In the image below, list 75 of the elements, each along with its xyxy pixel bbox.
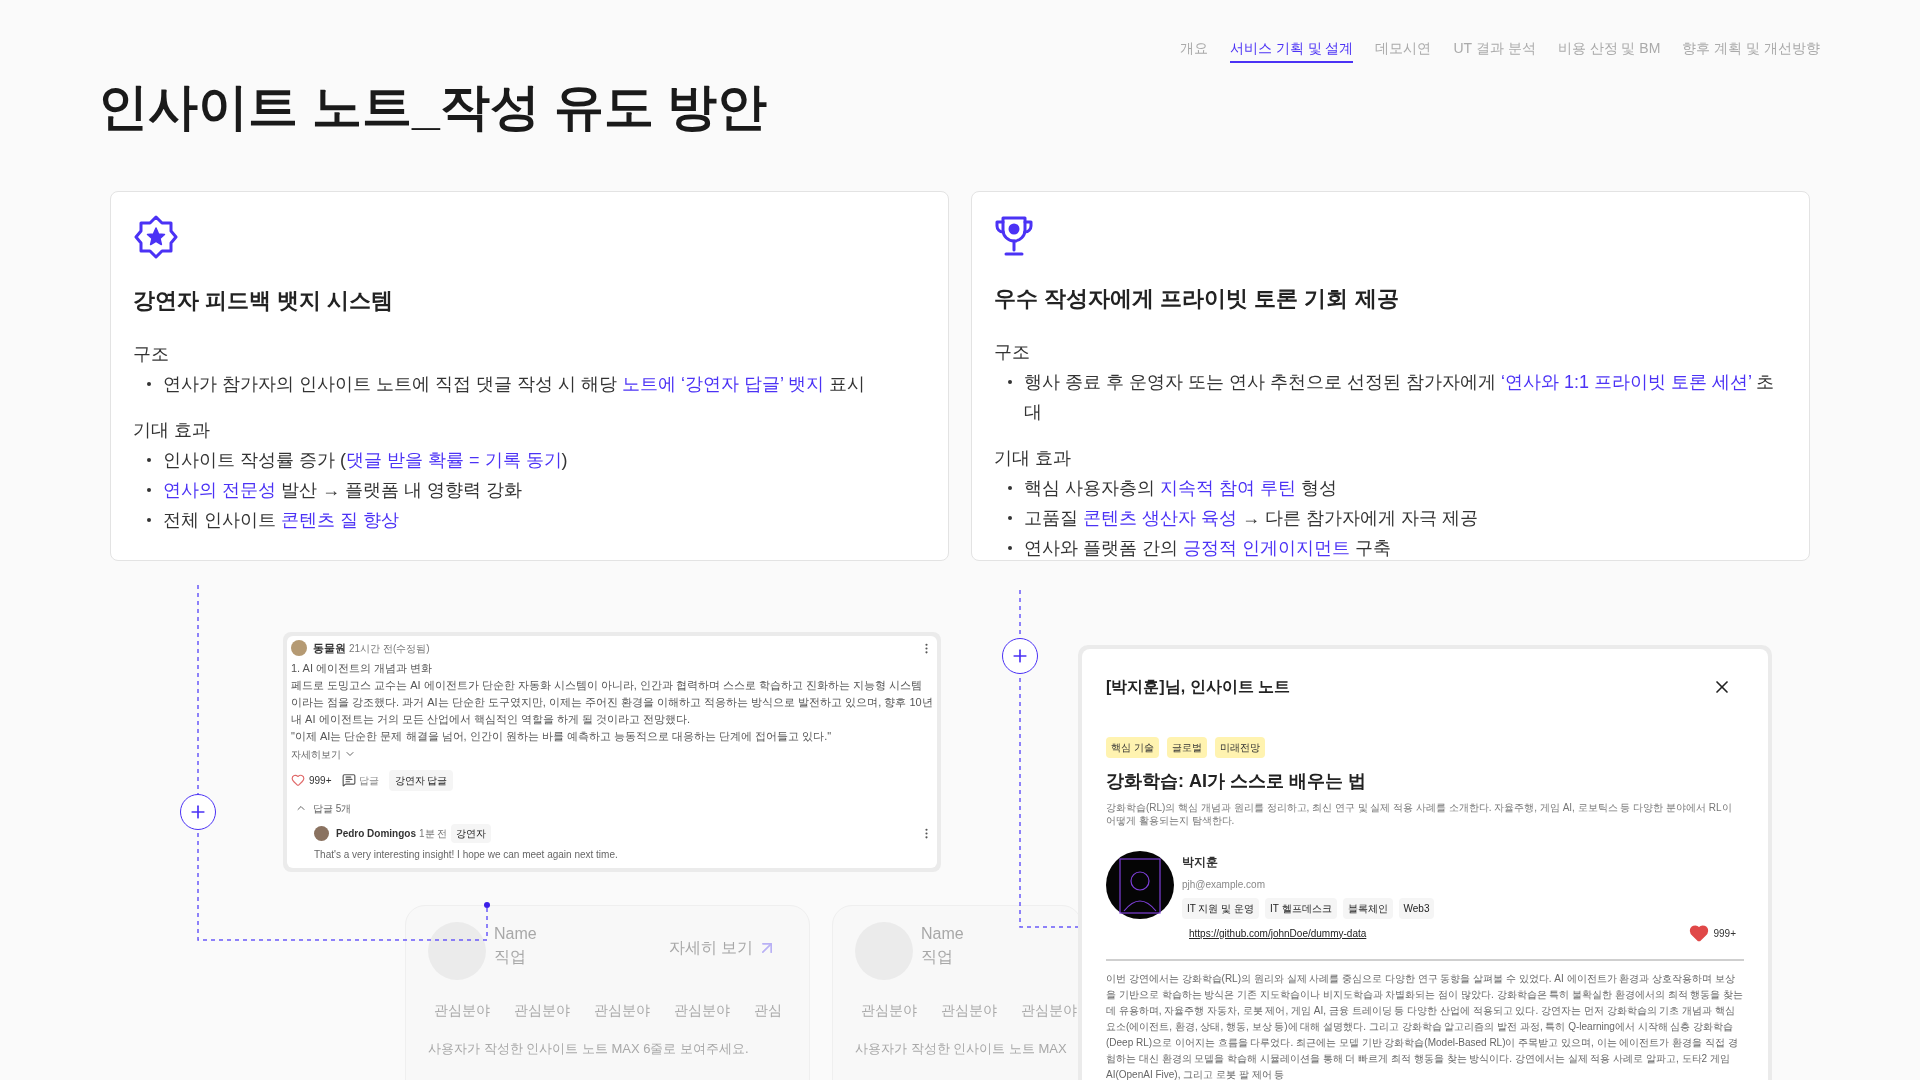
nav-tab[interactable]: UT 결과 분석 — [1453, 38, 1536, 63]
avatar — [1106, 851, 1174, 919]
section-label: 기대 효과 — [133, 419, 211, 442]
github-link[interactable]: https://github.com/johnDoe/dummy-data — [1189, 925, 1367, 941]
interest-tag: Web3 — [1398, 898, 1435, 919]
trophy-icon — [994, 214, 1034, 258]
like-count: 999+ — [309, 773, 332, 788]
star-badge-icon — [133, 214, 179, 260]
modal-title: [박지훈]님, 인사이트 노트 — [1106, 677, 1290, 697]
page-title: 인사이트 노트_작성 유도 방안 — [97, 78, 769, 137]
profile-name: Name — [921, 924, 964, 944]
bullet-text: 고품질 콘텐츠 생산자 육성 → 다른 참가자에게 자극 제공 — [1024, 507, 1479, 530]
profile-job: 직업 — [921, 947, 954, 967]
speaker-reply-button[interactable]: 강연자 답글 — [388, 769, 454, 791]
topic-tag: 미래전망 — [1214, 737, 1265, 758]
speaker-badge: 강연자 — [451, 823, 492, 843]
interest-tag: 관심분야 — [1021, 1000, 1077, 1021]
bullet-text: 인사이트 작성률 증가 (댓글 받을 확률 = 기록 동기) — [163, 449, 568, 472]
bullet-text: 전체 인사이트 콘텐츠 질 향상 — [163, 509, 400, 532]
comment-icon — [341, 773, 356, 787]
interest-tag: 블록체인 — [1342, 898, 1393, 919]
card-heading: 강연자 피드백 뱃지 시스템 — [133, 287, 395, 315]
comment-time: 21시간 전(수정됨) — [349, 641, 430, 656]
note-body: 이번 강연에서는 강화학습(RL)의 원리와 실제 사례를 중심으로 다양한 연구 동향을 살펴볼 수 있었다. AI 에이전트가 환경과 상호작용하며 보상을 기반으로 학습하는 방식은 기존 지도학습이나 비지도학습과 차별화되는 점이 많았다. 강화학습은 특히 불확실한 환경에서의 최적 행동을 찾는 데 유용하며, 자율주행 자동차, 로봇 제어, 게임 AI, 금융 트레이딩 등 다양한 산업에 적용되고 있다. 강연자는 먼저 강화학습의 기초 개념과 핵심 요소(에이전트, 환경, 상태, 행동, 보상 등)에 대해 설명했다. 그리고 강화학습 알고리즘의 발전 과정, 특히 Q-learning에서 시작해 심층 강화학습(Deep RL)으로 이어지는 흐름을 다루었다. 최근에는 모델 기반 강화학습(Model-Based RL)이 주목받고 있으며, 이는 에이전트가 환경을 직접 경험하는 대신 환경의 모델을 학습해 시뮬레이션을 통해 더 빠르게 최적 행동을 찾는 방식이다. 강연에서는 실제 적용 사례로 알파고, 도타2 게임 AI(OpenAI Five), 그리고 로봇 팔 제어 등 — [1106, 972, 1744, 1080]
nav-tab[interactable]: 향후 계획 및 개선방향 — [1682, 38, 1820, 63]
add-button[interactable] — [180, 794, 216, 830]
heart-icon[interactable] — [1689, 923, 1710, 943]
reply-button[interactable]: 답글 — [341, 772, 379, 788]
note-preview: 사용자가 작성한 인사이트 노트 MAX 6줄로 보여주세요. — [428, 1040, 750, 1058]
bullet-text: 핵심 사용자층의 지속적 참여 루틴 형성 — [1024, 477, 1338, 500]
section-label: 구조 — [133, 343, 170, 366]
heart-icon[interactable] — [291, 773, 305, 787]
section-label: 기대 효과 — [994, 447, 1072, 470]
profile-name: 박지훈 — [1182, 854, 1219, 871]
interest-tag: IT 헬프데스크 — [1265, 898, 1337, 919]
note-heading: 강화학습: AI가 스스로 배우는 법 — [1106, 770, 1367, 793]
interest-tag: 관심분야 — [861, 1000, 917, 1021]
nav-tab[interactable]: 데모시연 — [1375, 38, 1432, 63]
add-button[interactable] — [1002, 638, 1038, 674]
profile-name: Name — [494, 924, 537, 944]
profile-email: pjh@example.com — [1182, 878, 1266, 892]
section-label: 구조 — [994, 341, 1031, 364]
note-summary: 강화학습(RL)의 핵심 개념과 원리를 정리하고, 최신 연구 및 실제 적용 사례를 소개한다. 자율주행, 게임 AI, 로보틱스 등 다양한 분야에서 RL이 어떻게 활용되는지 탐색한다. — [1106, 801, 1733, 827]
avatar — [291, 640, 307, 657]
avatar — [314, 825, 329, 841]
interest-tag: 관심분야 — [941, 1000, 997, 1021]
bullet-text: 연사가 참가자의 인사이트 노트에 직접 댓글 작성 시 해당 노트에 ‘강연자 답글’ 뱃지 표시 — [163, 373, 866, 396]
nav-tab[interactable]: 비용 산정 및 BM — [1557, 38, 1661, 63]
comment-author: 동물원 — [313, 641, 346, 656]
interest-tag: IT 지원 및 운영 — [1182, 898, 1260, 919]
comment-body: 페드로 도밍고스 교수는 AI 에이전트가 단순한 자동화 시스템이 아니라, 인간과 협력하며 스스로 학습하고 진화하는 지능형 시스템이라는 점을 강조했다. 과거 AI는 단순한 도구였지만, 이제는 주어진 환경을 이해하고 적응하는 방식으로 발전하고 있으며, 향후 10년 내 AI 에이전트는 거의 모든 산업에서 핵심적인 역할을 하게 될 것이라고 전망했다. — [291, 677, 933, 727]
profile-job: 직업 — [494, 947, 527, 967]
topic-tag: 글로벌 — [1166, 737, 1207, 758]
nav-tab[interactable]: 서비스 기획 및 설계 — [1229, 38, 1354, 63]
comment-body: "이제 AI는 단순한 문제 해결을 넘어, 인간이 원하는 바를 예측하고 능동적으로 대응하는 단계에 접어들고 있다." — [291, 728, 833, 744]
bullet-text: 연사와 플랫폼 간의 긍정적 인게이지먼트 구축 — [1024, 537, 1392, 560]
card-heading: 우수 작성자에게 프라이빗 토론 기회 제공 — [994, 285, 1400, 313]
note-preview: 사용자가 작성한 인사이트 노트 MAX — [855, 1040, 1068, 1058]
reply-text: That's a very interesting insight! I hope we can meet again next time. — [314, 847, 619, 862]
comment-body: 1. AI 에이전트의 개념과 변화 — [291, 660, 434, 676]
interest-tag: 관심 — [754, 1000, 782, 1021]
interest-tag: 관심분야 — [434, 1000, 490, 1021]
like-count: 999+ — [1713, 926, 1736, 941]
bullet-text: 연사의 전문성 발산 → 플랫폼 내 영향력 강화 — [163, 479, 523, 502]
reply-author: Pedro Domingos — [336, 826, 416, 841]
interest-tag: 관심분야 — [594, 1000, 650, 1021]
reply-time: 1분 전 — [419, 826, 448, 841]
interest-tag: 관심분야 — [514, 1000, 570, 1021]
bullet-text: 행사 종료 후 운영자 또는 연사 추천으로 선정된 참가자에게 ‘연사와 1:1 프라이빗 토론 세션’ 초대 — [1024, 371, 1776, 424]
topic-tag: 핵심 기술 — [1106, 737, 1159, 758]
interest-tag: 관심분야 — [674, 1000, 730, 1021]
nav-tab[interactable]: 개요 — [1179, 38, 1208, 63]
expand-link[interactable]: 자세히보기 — [291, 746, 356, 762]
replies-toggle[interactable]: 답글 5개 — [295, 800, 352, 816]
details-link[interactable]: 자세히 보기 — [668, 936, 777, 960]
